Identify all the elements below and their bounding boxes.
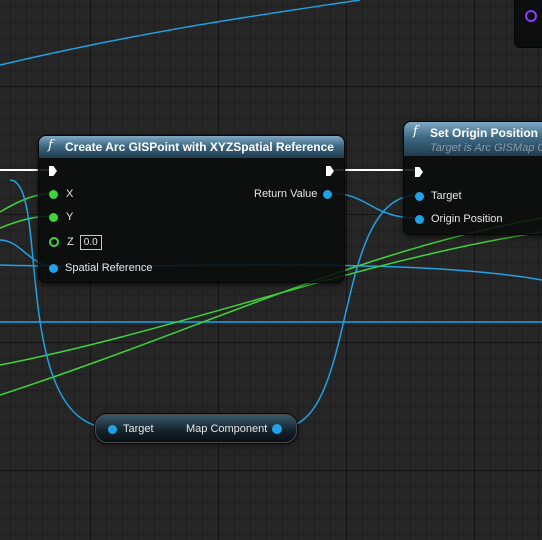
- object-pin-icon[interactable]: [323, 189, 333, 199]
- pin-label-y: Y: [66, 211, 74, 223]
- function-icon: f: [413, 124, 418, 139]
- vector-pin-icon[interactable]: [49, 189, 58, 199]
- pin-label-x: X: [66, 188, 74, 200]
- pin-row-z[interactable]: Z 0.0: [49, 234, 102, 250]
- z-value-input[interactable]: 0.0: [79, 234, 102, 250]
- pin-row-map-component[interactable]: Map Component: [186, 421, 283, 437]
- set-origin-title: Set Origin Position: [430, 126, 539, 140]
- pin-row-x[interactable]: X: [49, 186, 73, 202]
- map-component-node[interactable]: Target Map Component: [95, 414, 297, 443]
- set-origin-subtitle: Target is Arc GISMap C: [430, 142, 542, 154]
- create-point-header[interactable]: f Create Arc GISPoint with XYZSpatial Re…: [39, 136, 344, 158]
- vector-pin-unconnected-icon[interactable]: [49, 237, 59, 247]
- pin-label-spatial-reference: Spatial Reference: [65, 262, 153, 274]
- pin-label-return-value: Return Value: [254, 188, 318, 200]
- pin-label-getter-target: Target: [123, 423, 154, 435]
- object-pin-icon[interactable]: [49, 263, 58, 273]
- pin-label-z: Z: [67, 236, 74, 248]
- pin-row-y[interactable]: Y: [49, 209, 73, 225]
- object-pin-icon[interactable]: [108, 424, 117, 434]
- set-origin-node[interactable]: f Set Origin Position Target is Arc GISM…: [403, 121, 542, 235]
- object-wire-top[interactable]: [0, 0, 361, 66]
- pin-label-origin-position: Origin Position: [431, 213, 503, 225]
- pin-label-target: Target: [431, 190, 462, 202]
- pin-label-map-component: Map Component: [186, 423, 268, 435]
- create-point-title: Create Arc GISPoint with XYZSpatial Refe…: [65, 140, 334, 154]
- object-pin-icon[interactable]: [415, 191, 424, 201]
- interface-pin-icon[interactable]: [525, 10, 537, 22]
- pin-row-target[interactable]: Target: [415, 188, 462, 204]
- pin-row-spatial-reference[interactable]: Spatial Reference: [49, 260, 152, 276]
- create-point-node[interactable]: f Create Arc GISPoint with XYZSpatial Re…: [38, 135, 345, 283]
- object-pin-icon[interactable]: [415, 214, 424, 224]
- pin-row-origin-position[interactable]: Origin Position: [415, 211, 503, 227]
- vector-pin-icon[interactable]: [49, 212, 58, 222]
- offscreen-node[interactable]: [514, 0, 542, 48]
- pin-row-return-value[interactable]: Return Value: [254, 186, 333, 202]
- pin-row-getter-target[interactable]: Target: [108, 421, 154, 437]
- function-icon: f: [48, 138, 53, 153]
- object-pin-icon[interactable]: [272, 424, 283, 434]
